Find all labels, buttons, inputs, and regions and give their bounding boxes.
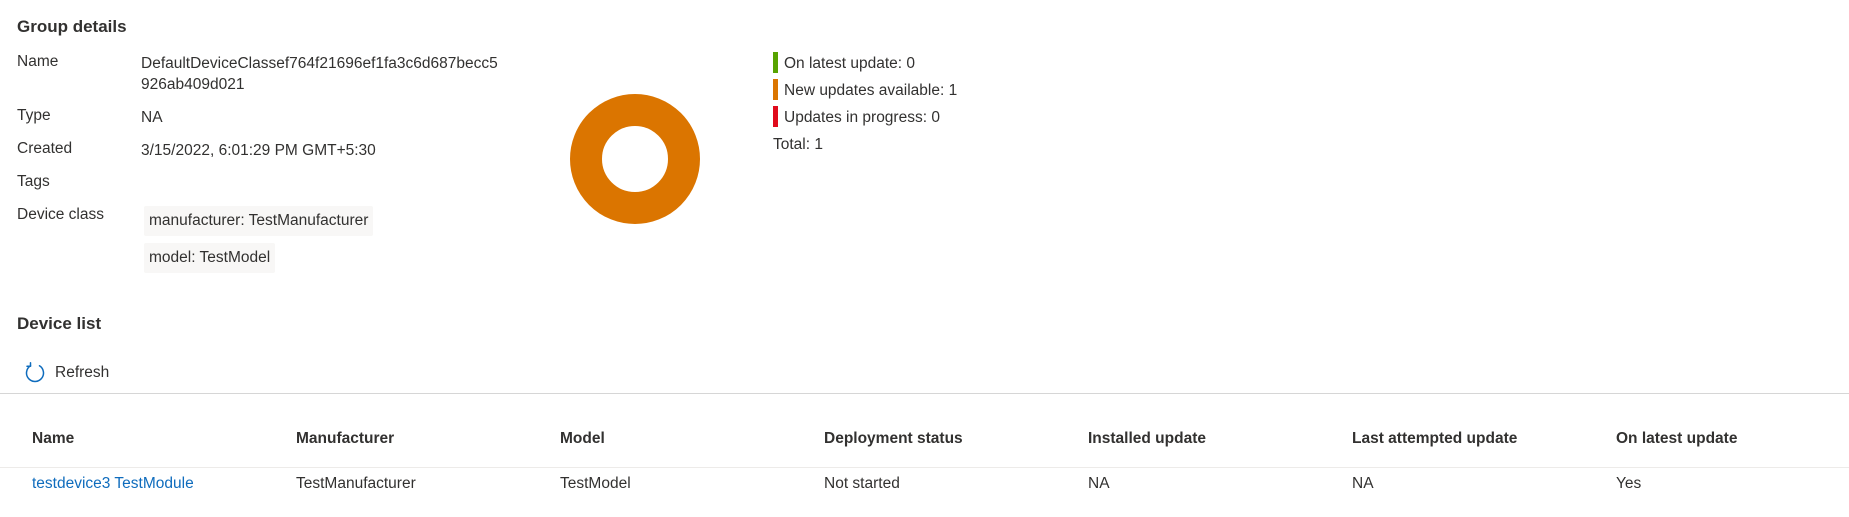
legend-label-on-latest: On latest update: 0 xyxy=(784,55,915,72)
donut-segment-new-updates xyxy=(570,94,700,224)
device-list-title: Device list xyxy=(17,314,102,333)
name-label: Name xyxy=(17,53,59,70)
column-header-installed-update[interactable]: Installed update xyxy=(1088,423,1206,467)
name-value: DefaultDeviceClassef764f21696ef1fa3c6d68… xyxy=(141,53,498,95)
column-header-model[interactable]: Model xyxy=(560,423,605,467)
tags-label: Tags xyxy=(17,173,50,190)
legend-label-new-updates: New updates available: 1 xyxy=(784,82,958,99)
device-last-attempted-update: NA xyxy=(1352,475,1374,492)
group-details-title: Group details xyxy=(17,17,127,36)
name-value-line2: 926ab409d021 xyxy=(141,76,245,93)
legend-swatch-green xyxy=(773,52,778,73)
device-name-link[interactable]: testdevice3 TestModule xyxy=(32,462,194,506)
refresh-label: Refresh xyxy=(55,364,110,381)
type-label: Type xyxy=(17,107,51,124)
update-status-donut-chart xyxy=(570,94,700,224)
legend-item-in-progress: Updates in progress: 0 xyxy=(773,104,957,131)
legend-swatch-red xyxy=(773,106,778,127)
column-header-last-attempted-update[interactable]: Last attempted update xyxy=(1352,423,1517,467)
legend-swatch-orange xyxy=(773,79,778,100)
legend-item-on-latest: On latest update: 0 xyxy=(773,50,957,77)
device-class-tag-model: model: TestModel xyxy=(144,243,276,273)
name-value-line1: DefaultDeviceClassef764f21696ef1fa3c6d68… xyxy=(141,55,498,72)
refresh-icon xyxy=(25,362,45,383)
column-header-name[interactable]: Name xyxy=(32,423,74,467)
column-header-on-latest-update[interactable]: On latest update xyxy=(1616,423,1737,467)
created-label: Created xyxy=(17,140,73,157)
device-deployment-status: Not started xyxy=(824,475,900,492)
created-value: 3/15/2022, 6:01:29 PM GMT+5:30 xyxy=(141,142,376,159)
device-model: TestModel xyxy=(560,475,631,492)
column-header-manufacturer[interactable]: Manufacturer xyxy=(296,423,394,467)
device-on-latest-update: Yes xyxy=(1616,475,1642,492)
toolbar-divider xyxy=(0,393,1849,394)
legend-item-new-updates: New updates available: 1 xyxy=(773,77,957,104)
device-class-label: Device class xyxy=(17,206,104,223)
status-legend: On latest update: 0 New updates availabl… xyxy=(773,50,957,158)
refresh-button[interactable]: Refresh xyxy=(24,359,109,387)
device-class-tag-manufacturer: manufacturer: TestManufacturer xyxy=(144,206,374,236)
legend-label-in-progress: Updates in progress: 0 xyxy=(784,109,940,126)
device-installed-update: NA xyxy=(1088,475,1110,492)
device-manufacturer: TestManufacturer xyxy=(296,475,416,492)
legend-total: Total: 1 xyxy=(773,136,823,153)
device-table-header: Name Manufacturer Model Deployment statu… xyxy=(0,423,1849,468)
table-row[interactable]: testdevice3 TestModule TestManufacturer … xyxy=(0,468,1849,512)
column-header-deployment-status[interactable]: Deployment status xyxy=(824,423,963,467)
type-value: NA xyxy=(141,109,163,126)
